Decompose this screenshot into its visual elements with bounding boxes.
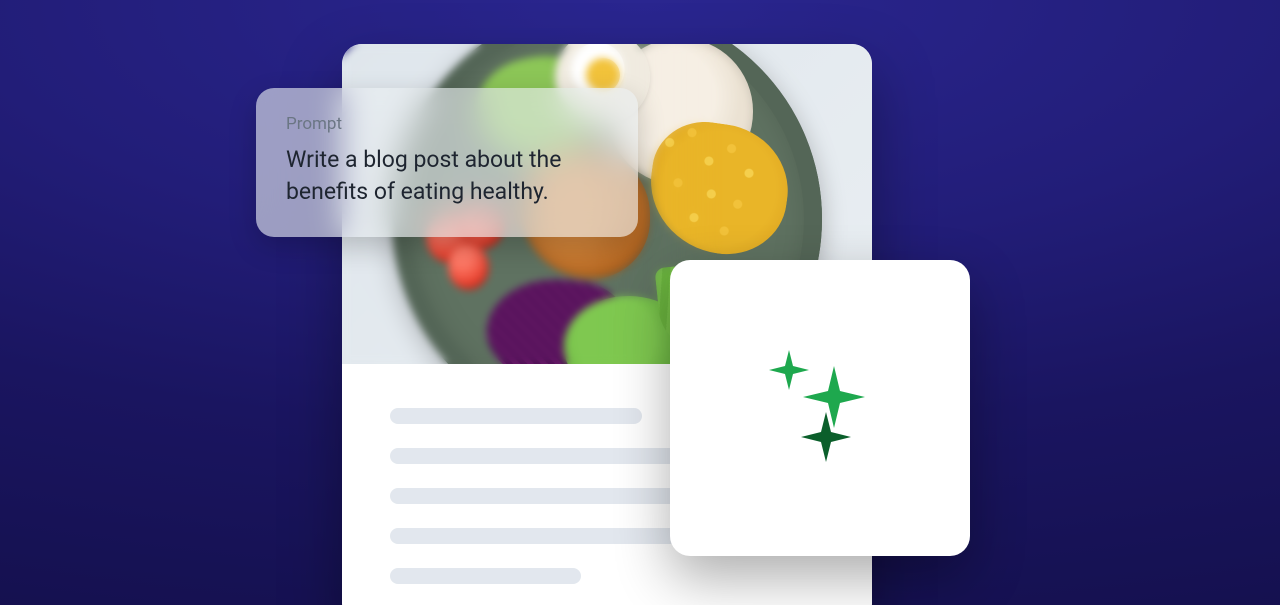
ai-generate-card[interactable] bbox=[670, 260, 970, 556]
prompt-label: Prompt bbox=[286, 114, 608, 134]
placeholder-line bbox=[390, 568, 581, 584]
prompt-input[interactable]: Write a blog post about the benefits of … bbox=[286, 144, 608, 207]
prompt-card[interactable]: Prompt Write a blog post about the benef… bbox=[256, 88, 638, 237]
placeholder-line bbox=[390, 408, 642, 424]
sparkles-icon bbox=[755, 348, 885, 468]
